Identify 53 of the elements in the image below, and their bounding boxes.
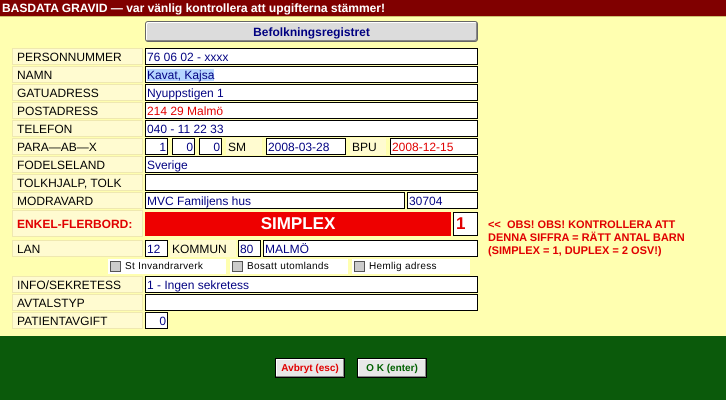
checkbox[interactable] [110, 261, 121, 272]
field-label: PATIENTAVGIFT [12, 312, 143, 329]
ok-button[interactable]: O K (enter) [357, 358, 427, 378]
field-label: TOLKHJALP, TOLK [12, 174, 143, 191]
checkbox-option[interactable]: St Invandrarverk [108, 259, 226, 274]
text-field[interactable]: 214 29 Malmö [145, 102, 478, 119]
text-field[interactable] [145, 294, 478, 311]
text-field[interactable]: 1 - Ingen sekretess [145, 276, 478, 293]
field-label: PARA—AB—X [12, 138, 143, 155]
cancel-button[interactable]: Avbryt (esc) [275, 358, 345, 378]
number-field[interactable]: 0 [199, 138, 222, 155]
text-field[interactable] [145, 174, 478, 191]
field-label: ENKEL-FLERBORD: [12, 210, 143, 237]
text-field[interactable]: MVC Familjens hus [145, 192, 405, 209]
number-field[interactable]: 0 [172, 138, 195, 155]
checkbox-label: Hemlig adress [369, 260, 437, 274]
checkbox-label: Bosatt utomlands [247, 260, 330, 274]
checkbox[interactable] [354, 261, 365, 272]
text-field[interactable]: Kavat, Kajsa [145, 66, 478, 83]
text-field[interactable]: 76 06 02 - xxxx [145, 48, 478, 65]
date-field[interactable]: 2008-03-28 [266, 138, 346, 155]
bpu-label: BPU [350, 138, 386, 155]
lan-field[interactable]: 12 [145, 240, 168, 257]
field-label: INFO/SEKRETESS [12, 276, 143, 293]
text-field[interactable]: 040 - 11 22 33 [145, 120, 478, 137]
status-banner: SIMPLEX [145, 212, 451, 236]
field-label: NAMN [12, 66, 143, 83]
text-field[interactable]: Sverige [145, 156, 478, 173]
date-field[interactable]: 2008-12-15 [390, 138, 478, 155]
kommun-label: KOMMUN [170, 240, 236, 257]
warning-note: << OBS! OBS! KONTROLLERA ATT DENNA SIFFRA = RÄTT ANTAL BARN (SIMPLEX = 1, DUPLEX = 2 OSV!) [488, 219, 686, 258]
kommun-code-field[interactable]: 80 [238, 240, 261, 257]
registry-button[interactable]: Befolkningsregistret [145, 21, 478, 42]
checkbox[interactable] [232, 261, 243, 272]
field-label: PERSONNUMMER [12, 48, 143, 65]
sm-label: SM [226, 138, 262, 155]
field-label: POSTADRESS [12, 102, 143, 119]
checkbox-option[interactable]: Hemlig adress [352, 259, 470, 274]
window-title: BASDATA GRAVID — var vänlig kontrollera att upgifterna stämmer! [0, 0, 726, 17]
field-label: FODELSELAND [12, 156, 143, 173]
checkbox-label: St Invandrarverk [125, 260, 204, 274]
field-label: GATUADRESS [12, 84, 143, 101]
checkbox-option[interactable]: Bosatt utomlands [230, 259, 348, 274]
count-field[interactable]: 1 [453, 212, 478, 236]
field-label: TELEFON [12, 120, 143, 137]
field-label: MODRAVARD [12, 192, 143, 209]
field-label: AVTALSTYP [12, 294, 143, 311]
number-field[interactable]: 1 [145, 138, 168, 155]
field-label: LAN [12, 240, 143, 257]
text-field[interactable]: Nyuppstigen 1 [145, 84, 478, 101]
kommun-name-field[interactable]: MALMÖ [263, 240, 478, 257]
code-field[interactable]: 30704 [407, 192, 478, 209]
number-field[interactable]: 0 [145, 312, 168, 329]
